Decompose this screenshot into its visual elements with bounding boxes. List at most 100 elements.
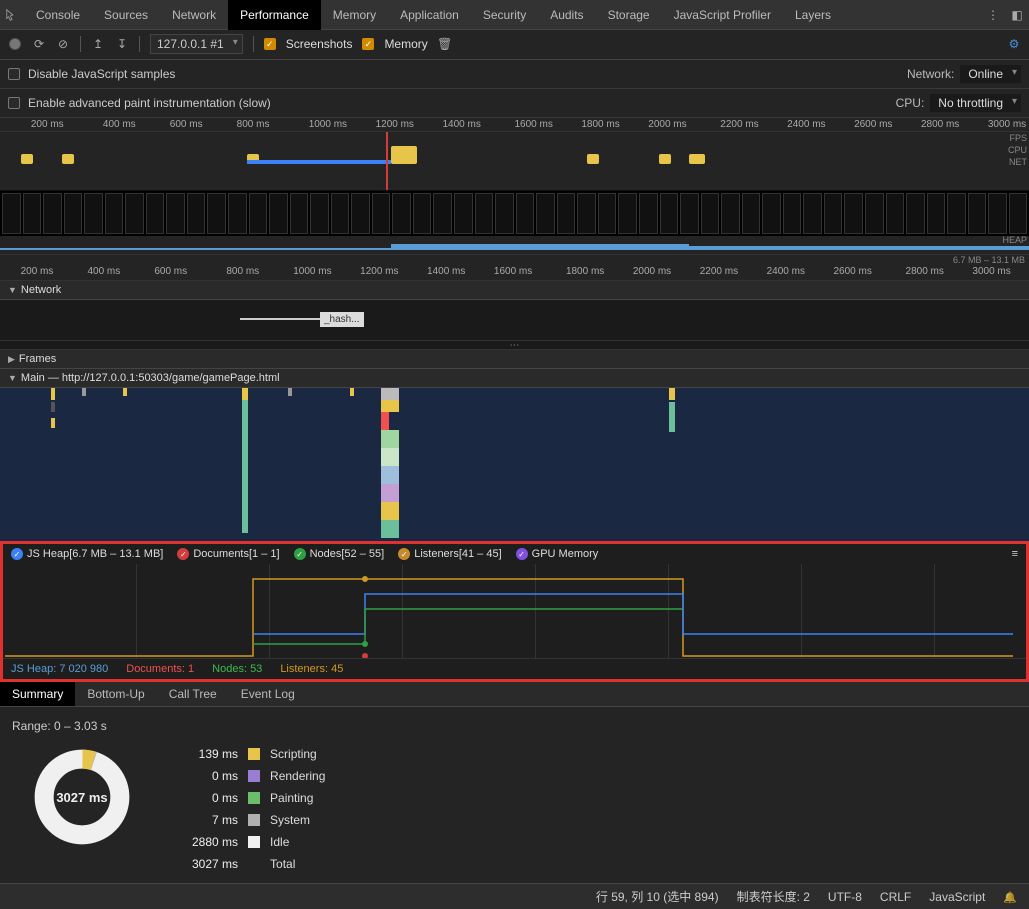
flame-chart[interactable] — [0, 388, 1029, 541]
tick: 2800 ms — [906, 266, 944, 277]
tick: 2600 ms — [854, 119, 892, 130]
main-ruler[interactable]: 200 ms 400 ms 600 ms 800 ms 1000 ms 1200… — [0, 265, 1029, 281]
editor-statusbar: 行 59, 列 10 (选中 894) 制表符长度: 2 UTF-8 CRLF … — [0, 883, 1029, 909]
filmstrip[interactable] — [0, 191, 1029, 236]
overview-ruler[interactable]: 200 ms 400 ms 600 ms 800 ms 1000 ms 1200… — [0, 118, 1029, 132]
tab-sources[interactable]: Sources — [92, 0, 160, 30]
network-section-header[interactable]: Network — [0, 281, 1029, 300]
legend-swatch — [248, 836, 260, 848]
legend-name: Scripting — [270, 747, 325, 761]
tab-bottomup[interactable]: Bottom-Up — [75, 682, 156, 706]
adv-paint-checkbox[interactable] — [8, 97, 20, 109]
notifications-icon[interactable] — [1003, 890, 1017, 904]
encoding[interactable]: UTF-8 — [828, 890, 862, 904]
legend-swatch — [248, 814, 260, 826]
memory-chart[interactable] — [3, 564, 1026, 659]
tick: 2800 ms — [921, 119, 959, 130]
legend-name: Idle — [270, 835, 325, 849]
legend-label: Listeners[41 – 45] — [414, 548, 501, 560]
frames-section-header[interactable]: Frames — [0, 350, 1029, 369]
line-ending[interactable]: CRLF — [880, 890, 911, 904]
legend-name: Total — [270, 857, 325, 871]
heap-overview[interactable]: HEAP — [0, 236, 1029, 256]
tick: 200 ms — [31, 119, 64, 130]
tab-calltree[interactable]: Call Tree — [157, 682, 229, 706]
legend-val: 0 ms — [192, 769, 238, 783]
tick: 1400 ms — [427, 266, 465, 277]
inspect-icon[interactable] — [0, 8, 24, 22]
legend-label: JS Heap[6.7 MB – 13.1 MB] — [27, 548, 163, 560]
documents-toggle[interactable] — [177, 548, 189, 560]
legend-val: 139 ms — [192, 747, 238, 761]
tab-eventlog[interactable]: Event Log — [229, 682, 307, 706]
tab-storage[interactable]: Storage — [596, 0, 662, 30]
network-throttle-select[interactable]: Online — [960, 65, 1021, 83]
screenshots-checkbox[interactable] — [264, 38, 276, 50]
tab-performance[interactable]: Performance — [228, 0, 321, 30]
language-mode[interactable]: JavaScript — [929, 890, 985, 904]
tab-network[interactable]: Network — [160, 0, 228, 30]
screenshots-label: Screenshots — [286, 37, 353, 51]
clear-button[interactable]: ⊘ — [56, 37, 70, 51]
legend-swatch — [248, 858, 260, 870]
tab-width[interactable]: 制表符长度: 2 — [737, 888, 810, 905]
network-throttle-label: Network: — [907, 67, 954, 81]
legend-label: Documents[1 – 1] — [193, 548, 279, 560]
tick: 2200 ms — [700, 266, 738, 277]
tick: 1400 ms — [442, 119, 480, 130]
summary-donut: 3027 ms — [32, 747, 132, 847]
overview-chart[interactable]: FPSCPUNET — [0, 132, 1029, 191]
memory-checkbox[interactable] — [362, 38, 374, 50]
tick: 400 ms — [103, 119, 136, 130]
dock-icon[interactable]: ◧ — [1005, 8, 1029, 22]
jsheap-toggle[interactable] — [11, 548, 23, 560]
overview-marker — [386, 132, 388, 190]
overview-track-labels: FPSCPUNET — [1008, 132, 1027, 168]
gpumem-toggle[interactable] — [516, 548, 528, 560]
listeners-toggle[interactable] — [398, 548, 410, 560]
main-section-header[interactable]: Main — http://127.0.0.1:50303/game/gameP… — [0, 369, 1029, 388]
tab-audits[interactable]: Audits — [538, 0, 595, 30]
tick: 1000 ms — [309, 119, 347, 130]
summary-panel: Range: 0 – 3.03 s 3027 ms 139 msScriptin… — [0, 707, 1029, 883]
legend-swatch — [248, 770, 260, 782]
record-button[interactable] — [8, 37, 22, 51]
tick: 3000 ms — [988, 119, 1026, 130]
resizer[interactable]: ⋯ — [0, 340, 1029, 350]
tab-security[interactable]: Security — [471, 0, 538, 30]
trash-icon[interactable]: 🗑 — [438, 37, 452, 51]
memory-panel: JS Heap[6.7 MB – 13.1 MB] Documents[1 – … — [0, 541, 1029, 682]
tick: 400 ms — [87, 266, 120, 277]
tick: 1800 ms — [581, 119, 619, 130]
target-select[interactable]: 127.0.0.1 #1 — [150, 34, 243, 54]
tick: 2600 ms — [833, 266, 871, 277]
memory-menu-icon[interactable]: ≡ — [1012, 548, 1018, 560]
tick: 1000 ms — [293, 266, 331, 277]
disable-js-checkbox[interactable] — [8, 68, 20, 80]
more-icon[interactable]: ⋮ — [981, 8, 1005, 22]
upload-icon[interactable]: ↥ — [91, 37, 105, 51]
legend-val: 3027 ms — [192, 857, 238, 871]
network-request[interactable]: _hash... — [240, 310, 364, 328]
network-section-body[interactable]: _hash... — [0, 300, 1029, 340]
legend-name: Painting — [270, 791, 325, 805]
tab-summary[interactable]: Summary — [0, 682, 75, 706]
settings-gear-icon[interactable]: ⚙ — [1007, 37, 1021, 51]
tab-layers[interactable]: Layers — [783, 0, 843, 30]
tick: 2400 ms — [767, 266, 805, 277]
cpu-throttle-select[interactable]: No throttling — [930, 94, 1021, 112]
tab-jsprofiler[interactable]: JavaScript Profiler — [662, 0, 783, 30]
summary-legend: 139 msScripting 0 msRendering 0 msPainti… — [192, 747, 325, 871]
nodes-toggle[interactable] — [294, 548, 306, 560]
tab-memory[interactable]: Memory — [321, 0, 388, 30]
tick: 2000 ms — [633, 266, 671, 277]
cursor-position[interactable]: 行 59, 列 10 (选中 894) — [596, 888, 719, 905]
tick: 1600 ms — [494, 266, 532, 277]
tab-application[interactable]: Application — [388, 0, 471, 30]
download-icon[interactable]: ↧ — [115, 37, 129, 51]
tick: 200 ms — [21, 266, 54, 277]
legend-name: Rendering — [270, 769, 325, 783]
tab-console[interactable]: Console — [24, 0, 92, 30]
reload-button[interactable]: ⟳ — [32, 37, 46, 51]
tick: 2200 ms — [720, 119, 758, 130]
